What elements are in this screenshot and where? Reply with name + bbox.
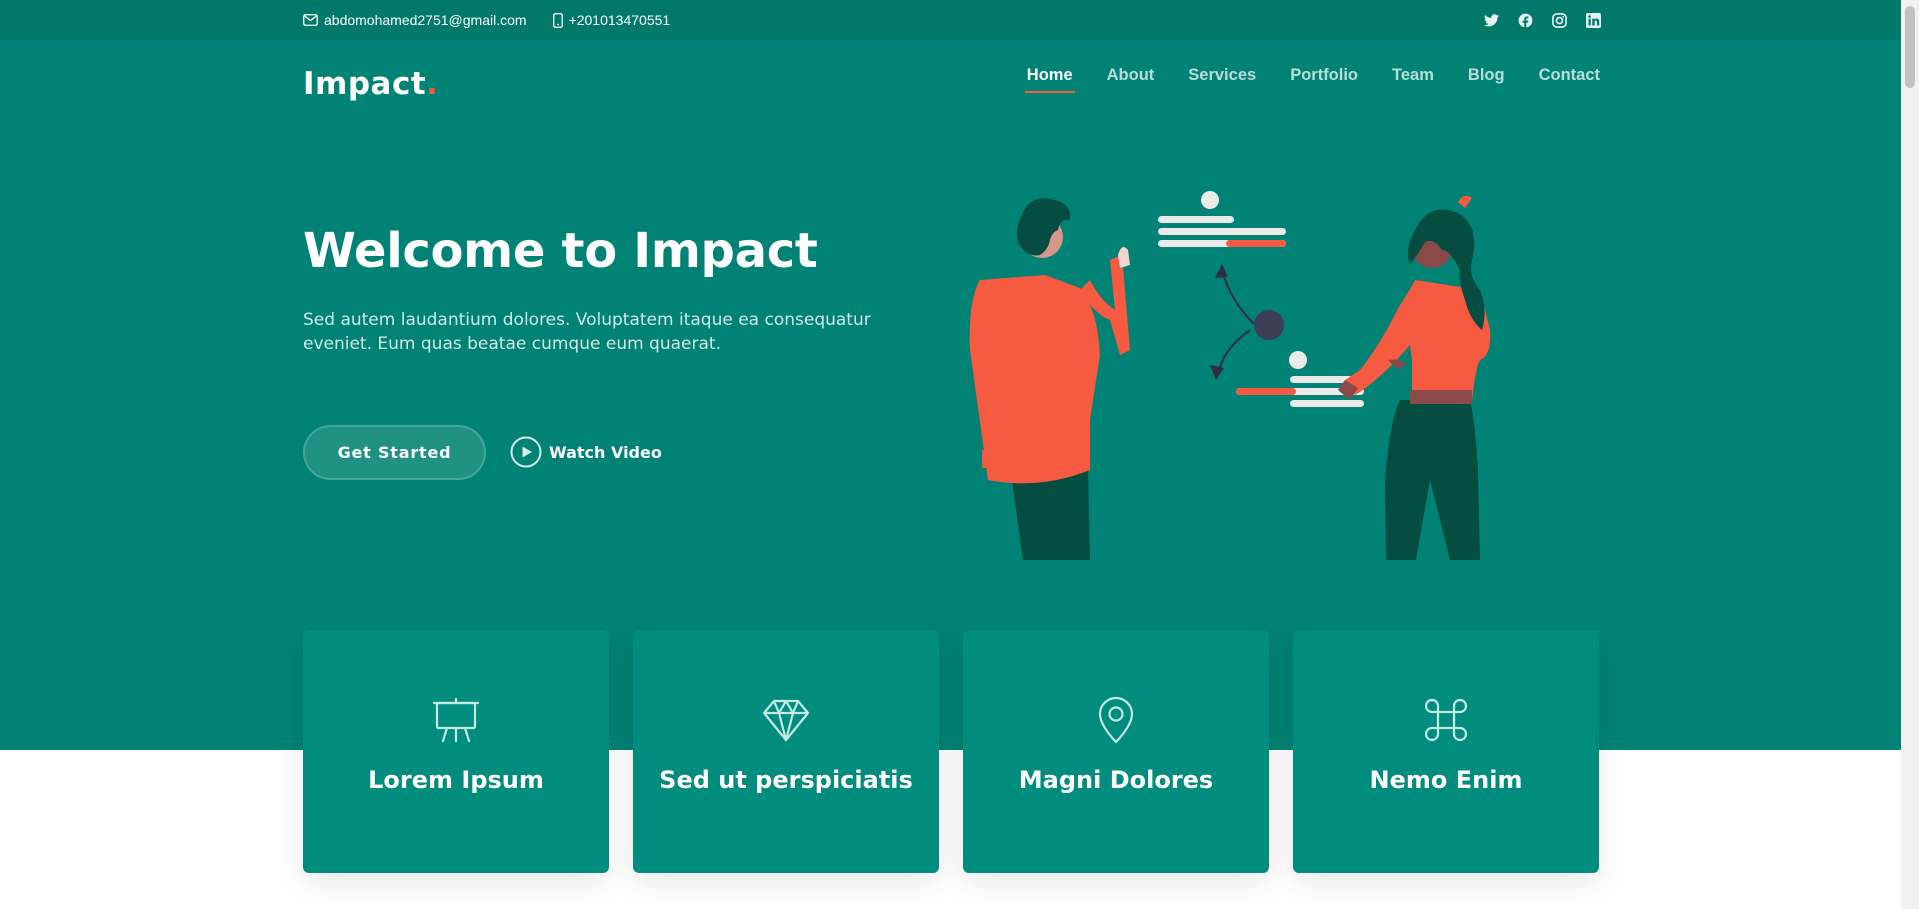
- feature-title: Sed ut perspiciatis: [659, 766, 913, 794]
- play-circle-icon: [510, 436, 542, 468]
- easel-icon: [432, 696, 480, 744]
- top-chart-bars: [1158, 191, 1286, 247]
- hero-title: Welcome to Impact: [303, 223, 818, 279]
- man-figure: [969, 198, 1130, 560]
- feature-card[interactable]: Nemo Enim: [1293, 630, 1599, 873]
- hero-description: Sed autem laudantium dolores. Voluptatem…: [303, 310, 871, 354]
- nav-blog[interactable]: Blog: [1468, 66, 1505, 93]
- command-icon: [1422, 696, 1470, 744]
- nav-about[interactable]: About: [1107, 66, 1155, 93]
- feature-cards: Lorem Ipsum Sed ut perspiciatis Magni Do…: [303, 630, 1600, 873]
- envelope-icon: [303, 14, 318, 26]
- instagram-icon[interactable]: [1551, 12, 1567, 28]
- logo-dot: .: [426, 66, 439, 102]
- feature-card[interactable]: Lorem Ipsum: [303, 630, 609, 873]
- feature-card[interactable]: Magni Dolores: [963, 630, 1269, 873]
- phone-icon: [552, 12, 563, 28]
- watch-video-button[interactable]: Watch Video: [510, 435, 662, 469]
- geo-pin-icon: [1092, 696, 1140, 744]
- nav-contact[interactable]: Contact: [1539, 66, 1600, 93]
- email-contact[interactable]: abdomohamed2751@gmail.com: [303, 12, 527, 28]
- social-links: [1483, 0, 1601, 40]
- gem-icon: [762, 696, 810, 744]
- email-text[interactable]: abdomohamed2751@gmail.com: [324, 12, 527, 28]
- feature-card[interactable]: Sed ut perspiciatis: [633, 630, 939, 873]
- feature-title: Lorem Ipsum: [368, 766, 544, 794]
- linkedin-icon[interactable]: [1585, 12, 1601, 28]
- main-nav: Home About Services Portfolio Team Blog …: [1024, 66, 1600, 93]
- nav-home[interactable]: Home: [1024, 66, 1075, 93]
- feature-title: Nemo Enim: [1369, 766, 1523, 794]
- phone-contact[interactable]: +201013470551: [552, 12, 671, 28]
- watch-video-label[interactable]: Watch Video: [549, 443, 662, 462]
- top-bar: abdomohamed2751@gmail.com +201013470551: [0, 0, 1901, 40]
- page-scrollbar[interactable]: [1901, 0, 1919, 909]
- hero-illustration: [969, 191, 1491, 560]
- exchange-arrows: [1217, 269, 1255, 376]
- feature-title: Magni Dolores: [1018, 766, 1214, 794]
- logo[interactable]: Impact.: [303, 66, 438, 102]
- nav-portfolio[interactable]: Portfolio: [1290, 66, 1358, 93]
- scrollbar-thumb[interactable]: [1905, 6, 1915, 88]
- bottom-chart-bars: [1236, 351, 1364, 407]
- site-header: Impact. Home About Services Portfolio Te…: [303, 66, 1600, 126]
- facebook-icon[interactable]: [1517, 12, 1533, 28]
- contact-info: abdomohamed2751@gmail.com +201013470551: [303, 0, 670, 40]
- twitter-icon[interactable]: [1483, 12, 1499, 28]
- logo-text[interactable]: Impact: [303, 66, 426, 102]
- nav-team[interactable]: Team: [1392, 66, 1434, 93]
- nav-services[interactable]: Services: [1188, 66, 1256, 93]
- woman-figure: [1338, 195, 1491, 560]
- phone-text[interactable]: +201013470551: [569, 12, 671, 28]
- get-started-button[interactable]: Get Started: [303, 425, 486, 480]
